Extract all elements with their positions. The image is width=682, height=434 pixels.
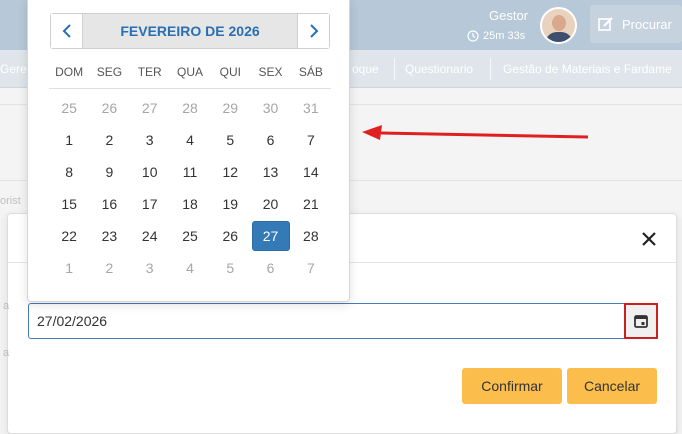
day-cell[interactable]: 11 xyxy=(170,156,210,188)
label-fragment: a xyxy=(3,300,10,312)
day-cell[interactable]: 15 xyxy=(49,188,89,220)
next-month-button[interactable] xyxy=(297,14,329,48)
close-icon xyxy=(642,232,656,246)
day-cell[interactable]: 30 xyxy=(250,92,290,124)
close-button[interactable] xyxy=(639,229,659,249)
user-name: Gestor xyxy=(489,8,529,23)
day-cell[interactable]: 28 xyxy=(291,220,331,252)
day-cell[interactable]: 3 xyxy=(130,252,170,284)
day-cell[interactable]: 12 xyxy=(210,156,250,188)
weekday-label: TER xyxy=(137,65,162,79)
day-cell[interactable]: 2 xyxy=(89,124,129,156)
day-cell[interactable]: 14 xyxy=(291,156,331,188)
day-cell[interactable]: 19 xyxy=(210,188,250,220)
day-cell[interactable]: 20 xyxy=(250,188,290,220)
day-cell[interactable]: 4 xyxy=(170,124,210,156)
calendar-icon xyxy=(634,315,648,328)
day-cell[interactable]: 6 xyxy=(250,124,290,156)
day-cell[interactable]: 31 xyxy=(291,92,331,124)
day-cell[interactable]: 21 xyxy=(291,188,331,220)
timer-text: 25m 33s xyxy=(483,30,526,42)
day-cell[interactable]: 25 xyxy=(49,92,89,124)
day-cell[interactable]: 13 xyxy=(250,156,290,188)
day-cell[interactable]: 28 xyxy=(170,92,210,124)
day-cell[interactable]: 6 xyxy=(250,252,290,284)
day-cell[interactable]: 5 xyxy=(210,124,250,156)
weekday-label: QUI xyxy=(219,65,241,79)
day-cell[interactable]: 26 xyxy=(89,92,129,124)
datepicker-header: FEVEREIRO DE 2026 xyxy=(50,13,330,49)
nav-divider xyxy=(490,58,491,80)
day-cell[interactable]: 24 xyxy=(130,220,170,252)
nav-item-gestao-materiais[interactable]: Gestão de Materiais e Fardame xyxy=(503,62,672,76)
day-cell[interactable]: 25 xyxy=(170,220,210,252)
day-cell[interactable]: 10 xyxy=(130,156,170,188)
chevron-right-icon xyxy=(309,24,318,38)
confirm-button[interactable]: Confirmar xyxy=(462,368,562,404)
day-cell[interactable]: 29 xyxy=(210,92,250,124)
day-cell[interactable]: 3 xyxy=(130,124,170,156)
datepicker: FEVEREIRO DE 2026 DOM SEG TER QUA QUI SEX SÁB … xyxy=(27,0,350,302)
weekday-label: SÁB xyxy=(298,65,323,79)
day-cell[interactable]: 1 xyxy=(49,124,89,156)
day-cell[interactable]: 7 xyxy=(291,124,331,156)
day-cell[interactable]: 4 xyxy=(170,252,210,284)
day-cell[interactable]: 5 xyxy=(210,252,250,284)
prev-month-button[interactable] xyxy=(51,14,83,48)
calendar-button[interactable] xyxy=(624,303,658,339)
day-cell[interactable]: 2 xyxy=(89,252,129,284)
chevron-left-icon xyxy=(62,24,71,38)
day-cell[interactable]: 26 xyxy=(210,220,250,252)
search-button[interactable]: Procurar xyxy=(590,5,682,43)
day-grid: 25 26 27 28 29 30 31 1 2 3 4 5 6 7 8 9 10 11 12 13 14 15 16 17 1… xyxy=(49,92,331,284)
nav-divider xyxy=(394,58,395,80)
date-input[interactable] xyxy=(29,304,623,338)
clock-icon xyxy=(467,30,479,42)
day-cell[interactable]: 7 xyxy=(291,252,331,284)
day-cell[interactable]: 1 xyxy=(49,252,89,284)
search-label: Procurar xyxy=(622,16,672,32)
weekday-label: SEX xyxy=(258,65,283,79)
selected-day[interactable]: 27 xyxy=(250,220,290,252)
day-cell[interactable]: 17 xyxy=(130,188,170,220)
month-title[interactable]: FEVEREIRO DE 2026 xyxy=(83,14,297,48)
day-cell[interactable]: 18 xyxy=(170,188,210,220)
avatar[interactable] xyxy=(540,7,577,44)
day-cell[interactable]: 9 xyxy=(89,156,129,188)
weekday-label: DOM xyxy=(55,65,84,79)
session-timer: 25m 33s xyxy=(467,30,525,42)
nav-item-gere[interactable]: Gere xyxy=(0,62,27,76)
weekday-label: QUA xyxy=(176,65,203,79)
arrow-annotation xyxy=(362,125,589,140)
label-fragment: a xyxy=(3,347,10,359)
day-cell[interactable]: 22 xyxy=(49,220,89,252)
cancel-button[interactable]: Cancelar xyxy=(567,368,657,404)
day-cell[interactable]: 27 xyxy=(130,92,170,124)
nav-item-questionario[interactable]: Questionario xyxy=(405,62,473,76)
day-cell[interactable]: 16 xyxy=(89,188,129,220)
weekday-label: SEG xyxy=(96,65,123,79)
edit-icon xyxy=(598,17,613,31)
background-text: orist xyxy=(0,195,21,207)
nav-item-estoque[interactable]: oque xyxy=(352,62,379,76)
weekday-header: DOM SEG TER QUA QUI SEX SÁB xyxy=(49,65,331,89)
day-cell[interactable]: 8 xyxy=(49,156,89,188)
date-field xyxy=(28,303,658,339)
day-cell[interactable]: 23 xyxy=(89,220,129,252)
